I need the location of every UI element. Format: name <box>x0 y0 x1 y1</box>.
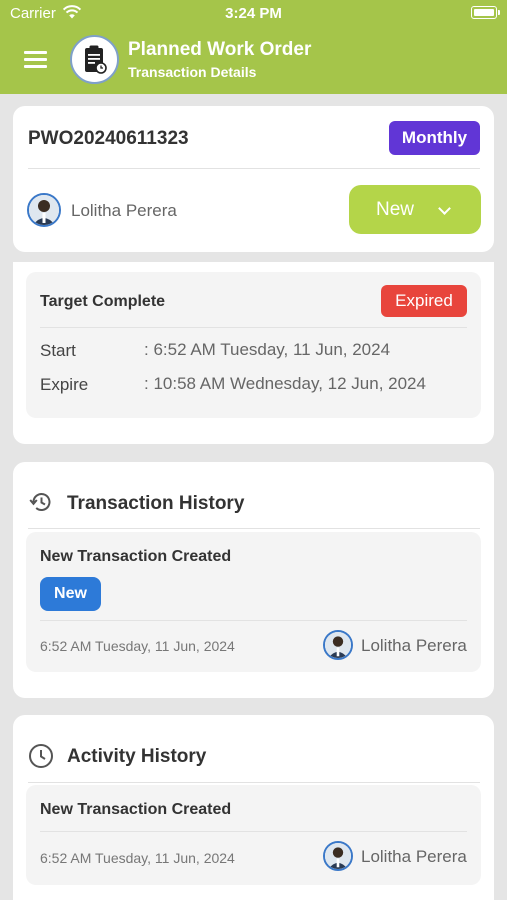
work-order-card: PWO20240611323 Monthly Lolitha Perera Ne… <box>13 106 494 252</box>
avatar <box>27 193 61 227</box>
start-label: Start <box>40 341 76 360</box>
divider <box>40 831 467 832</box>
user-name: Lolitha Perera <box>361 636 467 655</box>
clock-icon <box>29 744 53 768</box>
list-item: New Transaction Created New 6:52 AM Tues… <box>26 532 481 672</box>
status-time: 3:24 PM <box>225 5 282 22</box>
menu-button[interactable] <box>24 51 47 68</box>
divider <box>40 327 467 328</box>
transaction-title: New Transaction Created <box>40 548 232 565</box>
target-panel: Target Complete Expired Start : 6:52 AM … <box>26 272 481 418</box>
clipboard-icon <box>85 45 107 74</box>
history-icon <box>29 493 51 511</box>
battery-icon <box>471 6 500 19</box>
app-header: Carrier 3:24 PM Planned Work Order Trans… <box>0 0 507 94</box>
divider <box>40 620 467 621</box>
page-title: Planned Work Order <box>128 39 312 60</box>
status-bar: Carrier 3:24 PM <box>0 0 507 28</box>
timestamp: 6:52 AM Tuesday, 11 Jun, 2024 <box>40 638 235 654</box>
new-badge: New <box>40 577 101 611</box>
status-dropdown-label: New <box>376 199 415 220</box>
chevron-down-icon <box>438 202 451 215</box>
expire-value: : 10:58 AM Wednesday, 12 Jun, 2024 <box>144 374 426 393</box>
target-card: Target Complete Expired Start : 6:52 AM … <box>13 262 494 444</box>
avatar <box>323 630 353 660</box>
work-order-id: PWO20240611323 <box>28 128 189 149</box>
start-value: : 6:52 AM Tuesday, 11 Jun, 2024 <box>144 340 391 359</box>
app-logo <box>70 35 119 84</box>
frequency-badge: Monthly <box>389 121 480 155</box>
status-dropdown[interactable]: New <box>349 185 481 234</box>
expire-label: Expire <box>40 375 89 394</box>
divider <box>28 168 480 169</box>
user-name: Lolitha Perera <box>361 847 467 866</box>
divider <box>28 528 480 529</box>
list-item: New Transaction Created 6:52 AM Tuesday,… <box>26 785 481 885</box>
page-subtitle: Transaction Details <box>128 64 257 80</box>
transaction-history-card: Transaction History New Transaction Crea… <box>13 462 494 698</box>
assignee-name: Lolitha Perera <box>71 201 177 220</box>
target-title: Target Complete <box>40 293 166 310</box>
section-title: Transaction History <box>67 493 245 514</box>
avatar <box>323 841 353 871</box>
section-title: Activity History <box>67 746 207 767</box>
timestamp: 6:52 AM Tuesday, 11 Jun, 2024 <box>40 850 235 866</box>
menu-icon <box>24 51 47 54</box>
expired-badge: Expired <box>381 285 467 317</box>
activity-title: New Transaction Created <box>40 801 232 818</box>
divider <box>28 782 480 783</box>
activity-history-card: Activity History New Transaction Created… <box>13 715 494 900</box>
